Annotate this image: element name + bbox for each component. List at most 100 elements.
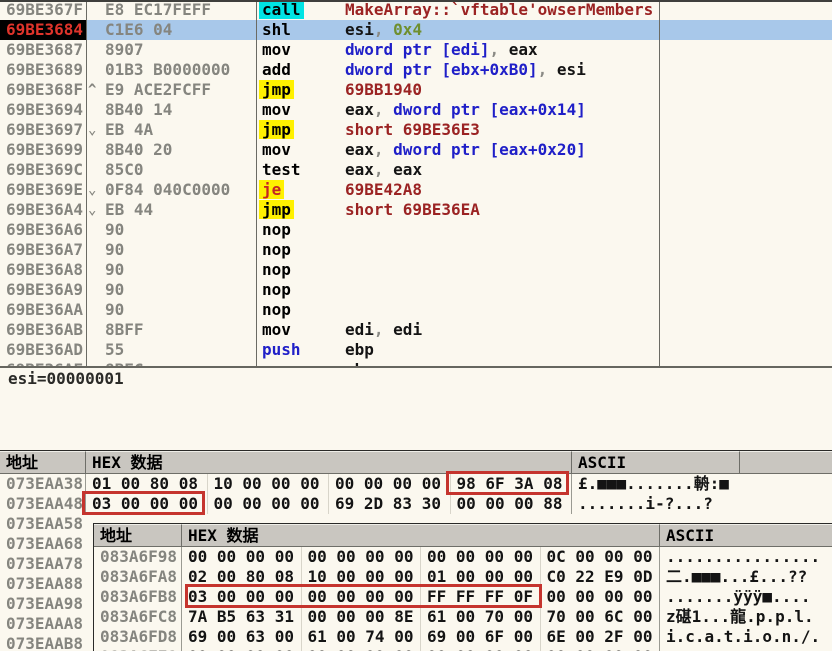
hex-dump-row[interactable]: 083A6FE800 00 00 0000 00 00 0000 00 00 0… bbox=[94, 647, 832, 651]
hex-dump-row[interactable]: 083A6FC87A B5 63 3100 00 00 8E61 00 70 0… bbox=[94, 607, 832, 627]
dump-address: 073EAAA8 bbox=[0, 614, 86, 634]
disasm-row[interactable]: 69BE367FE8 EC17FEFFcallMakeArray::`vftab… bbox=[0, 0, 832, 20]
dump-address: 073EAAB8 bbox=[0, 634, 86, 651]
disasm-row[interactable]: 69BE36998B40 20moveax, dword ptr [eax+0x… bbox=[0, 140, 832, 160]
instruction-mnemonic: add bbox=[259, 60, 294, 80]
hex-bytes-group: 10 00 00 00 bbox=[208, 474, 330, 494]
column-divider bbox=[659, 0, 660, 366]
hex-dump-row[interactable]: 083A6FD869 00 63 0061 00 74 0069 00 6F 0… bbox=[94, 627, 832, 647]
ascii-text: i.c.a.t.i.o.n./. bbox=[660, 627, 832, 647]
hex-bytes-group: 10 00 00 00 bbox=[302, 567, 422, 587]
disasm-row[interactable]: 69BE3684C1E6 04shlesi, 0x4 bbox=[0, 20, 832, 40]
dump-address: 073EAA58 bbox=[0, 514, 86, 534]
hex-bytes-group: 00 00 00 00 bbox=[329, 474, 451, 494]
disasm-row[interactable]: 69BE36A4⌄EB 44jmpshort 69BE36EA bbox=[0, 200, 832, 220]
hex-bytes-group: 00 00 00 00 bbox=[182, 547, 302, 567]
operand: eax bbox=[393, 160, 422, 179]
operand: 0x4 bbox=[393, 20, 422, 39]
disasm-row[interactable]: 69BE3697⌄EB 4Ajmpshort 69BE36E3 bbox=[0, 120, 832, 140]
instruction-operands: 69BB1940 bbox=[345, 80, 658, 100]
hex-dump-row[interactable]: 083A6FB803 00 00 0000 00 00 00FF FF FF 0… bbox=[94, 587, 832, 607]
instruction-bytes: C1E6 04 bbox=[105, 20, 172, 40]
operand: eax bbox=[345, 160, 374, 179]
disasm-row[interactable]: 69BE36A990nop bbox=[0, 280, 832, 300]
hex-bytes-group: 00 00 00 00 bbox=[541, 587, 661, 607]
instruction-mnemonic: test bbox=[259, 160, 304, 180]
mnemonic-text: test bbox=[259, 160, 304, 179]
hex-bytes-group: 00 00 00 88 bbox=[451, 494, 573, 514]
hex-bytes-group: 01 00 00 00 bbox=[421, 567, 541, 587]
column-header-ascii: ASCII bbox=[660, 524, 832, 546]
instruction-operands: ebp bbox=[345, 340, 658, 360]
disasm-row[interactable]: 69BE36A790nop bbox=[0, 240, 832, 260]
jump-down-icon: ⌄ bbox=[88, 120, 104, 140]
disasm-row[interactable]: 69BE369C85C0testeax, eax bbox=[0, 160, 832, 180]
disasm-row[interactable]: 69BE368901B3 B0000000adddword ptr [ebx+0… bbox=[0, 60, 832, 80]
disasm-row[interactable]: 69BE368F^E9 ACE2FCFFjmp69BB1940 bbox=[0, 80, 832, 100]
hex-bytes-group: FF FF FF 0F bbox=[421, 587, 541, 607]
hex-bytes-group: 70 00 6C 00 bbox=[541, 607, 661, 627]
mnemonic-text: jmp bbox=[259, 80, 294, 99]
operand: dword ptr [edi] bbox=[345, 40, 490, 59]
instruction-mnemonic: call bbox=[259, 0, 304, 20]
column-divider bbox=[86, 0, 87, 366]
dump-address: 073EAA48 bbox=[0, 494, 86, 514]
ascii-text: 二.■■■...£...?? bbox=[660, 567, 832, 587]
disassembly-rows: 69BE367FE8 EC17FEFFcallMakeArray::`vftab… bbox=[0, 0, 832, 366]
dump-address: 073EAA38 bbox=[0, 474, 86, 494]
mnemonic-text: mov bbox=[259, 100, 294, 119]
dump-address: 083A6FC8 bbox=[94, 607, 182, 627]
instruction-bytes: 8B40 14 bbox=[105, 100, 172, 120]
operand: esi bbox=[557, 60, 586, 79]
dump-address: 083A6FB8 bbox=[94, 587, 182, 607]
operand: 69BE42A8 bbox=[345, 180, 422, 199]
instruction-mnemonic: mov bbox=[259, 40, 294, 60]
instruction-operands: dword ptr [ebx+0xB0], esi bbox=[345, 60, 658, 80]
column-header-ascii: ASCII bbox=[572, 451, 740, 473]
mnemonic-text: jmp bbox=[259, 120, 294, 139]
instruction-address: 69BE36A9 bbox=[6, 280, 86, 300]
mnemonic-text: nop bbox=[259, 220, 294, 239]
hex-bytes-group: 69 2D 83 30 bbox=[329, 494, 451, 514]
disasm-row[interactable]: 69BE36A890nop bbox=[0, 260, 832, 280]
instruction-mnemonic: mov bbox=[259, 320, 294, 340]
hex-dump-row[interactable]: 073EAA3801 00 80 0810 00 00 0000 00 00 0… bbox=[0, 474, 832, 494]
disasm-row[interactable]: 69BE36AD55pushebp bbox=[0, 340, 832, 360]
instruction-mnemonic: jmp bbox=[259, 80, 294, 100]
disasm-row[interactable]: 69BE36948B40 14moveax, dword ptr [eax+0x… bbox=[0, 100, 832, 120]
disassembly-pane: 69BE367FE8 EC17FEFFcallMakeArray::`vftab… bbox=[0, 0, 832, 366]
instruction-address: 69BE36A4 bbox=[6, 200, 86, 220]
hex-dump-row[interactable]: 073EAA4803 00 00 0000 00 00 0069 2D 83 3… bbox=[0, 494, 832, 514]
operand: , bbox=[374, 320, 393, 339]
mnemonic-text: add bbox=[259, 60, 294, 79]
hex-dump-row[interactable]: 083A6F9800 00 00 0000 00 00 0000 00 00 0… bbox=[94, 547, 832, 567]
instruction-bytes: E8 EC17FEFF bbox=[105, 0, 211, 20]
hex-bytes-group: C0 22 E9 0D bbox=[541, 567, 661, 587]
instruction-mnemonic: nop bbox=[259, 280, 294, 300]
hex-bytes-group: 69 00 63 00 bbox=[182, 627, 302, 647]
disasm-row[interactable]: 69BE36AB8BFFmovedi, edi bbox=[0, 320, 832, 340]
instruction-operands: esi, 0x4 bbox=[345, 20, 658, 40]
disasm-row[interactable]: 69BE36878907movdword ptr [edi], eax bbox=[0, 40, 832, 60]
operand: , bbox=[374, 20, 393, 39]
hex-dump-row[interactable]: 083A6FA802 00 80 0810 00 00 0001 00 00 0… bbox=[94, 567, 832, 587]
disasm-row[interactable]: 69BE36A690nop bbox=[0, 220, 832, 240]
hex-bytes-group: 00 00 00 00 bbox=[302, 647, 422, 651]
hex-bytes-group: 00 00 00 00 bbox=[302, 547, 422, 567]
mnemonic-text: nop bbox=[259, 240, 294, 259]
disasm-row[interactable]: 69BE36AA90nop bbox=[0, 300, 832, 320]
instruction-operands: eax, dword ptr [eax+0x14] bbox=[345, 100, 658, 120]
instruction-address: 69BE369C bbox=[6, 160, 86, 180]
instruction-address: 69BE3697 bbox=[6, 120, 86, 140]
disasm-row[interactable]: 69BE369E⌄0F84 040C0000je69BE42A8 bbox=[0, 180, 832, 200]
operand: short 69BE36E3 bbox=[345, 120, 480, 139]
hex-dump-header: 地址 HEX 数据 ASCII bbox=[0, 451, 832, 474]
hex-dump-rows: 083A6F9800 00 00 0000 00 00 0000 00 00 0… bbox=[94, 547, 832, 651]
operand: ebp bbox=[345, 340, 374, 359]
instruction-bytes: 8BFF bbox=[105, 320, 144, 340]
hex-dump-window-2: 地址 HEX 数据 ASCII 083A6F9800 00 00 0000 00… bbox=[93, 523, 832, 651]
hex-bytes-group: 00 00 00 00 bbox=[182, 647, 302, 651]
mnemonic-text: push bbox=[259, 340, 304, 359]
operand: , bbox=[374, 160, 393, 179]
dump-address: 083A6FE8 bbox=[94, 647, 182, 651]
